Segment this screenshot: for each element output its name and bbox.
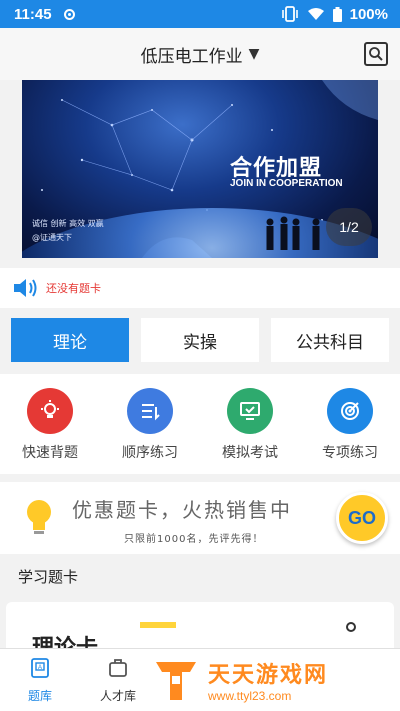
feature-label: 顺序练习 <box>122 445 178 461</box>
promo-title: 优惠题卡，火热销售中 <box>72 498 292 522</box>
search-icon <box>369 47 383 61</box>
speaker-icon <box>14 279 37 297</box>
watermark-logo-icon <box>156 662 196 700</box>
notice-bar[interactable]: 还没有题卡 <box>0 268 400 308</box>
nav-label: 题库 <box>27 689 52 703</box>
nav-question-bank[interactable]: A 题库 <box>10 657 70 704</box>
briefcase-icon <box>109 659 127 677</box>
site-watermark: 天天游戏网 www.ttyl23.com <box>150 652 400 708</box>
banner-brand: @证通天下 <box>32 233 72 242</box>
chevron-down-icon[interactable]: ▼ <box>249 46 260 62</box>
status-right: 100% <box>281 6 388 23</box>
promo-card-banner[interactable]: 优惠题卡，火热销售中 只限前1000名，先评先得！ GO <box>0 482 400 554</box>
feature-mock-exam[interactable]: 模拟考试 <box>200 388 300 462</box>
banner-subheadline: JOIN IN COOPERATION <box>230 178 343 189</box>
promo-subtitle: 只限前1000名，先评先得！ <box>124 534 264 545</box>
nav-talent-pool[interactable]: 人才库 <box>88 657 148 704</box>
people-silhouette-graphic <box>266 216 320 250</box>
watermark-url: www.ttyl23.com <box>208 689 292 703</box>
search-button[interactable] <box>364 42 388 66</box>
battery-icon <box>332 6 342 22</box>
feature-topic-practice[interactable]: 专项练习 <box>300 388 400 462</box>
card-accent <box>140 622 176 628</box>
feature-label: 模拟考试 <box>222 445 278 461</box>
lightbulb-icon <box>27 500 51 534</box>
svg-text:A: A <box>38 665 42 671</box>
list-order-icon <box>127 388 173 434</box>
target-icon <box>327 388 373 434</box>
lightbulb-icon <box>27 388 73 434</box>
notification-icon <box>63 8 75 20</box>
feature-label: 快速背题 <box>22 445 78 461</box>
question-bank-icon: A <box>31 658 49 678</box>
feature-grid: 快速背题 顺序练习 模拟考试 专项练习 <box>0 374 400 474</box>
card-more-icon[interactable] <box>346 622 356 632</box>
watermark-title: 天天游戏网 <box>208 663 329 688</box>
battery-percent: 100% <box>349 5 388 23</box>
feature-sequential-practice[interactable]: 顺序练习 <box>100 388 200 462</box>
promo-banner[interactable]: 合作加盟 JOIN IN COOPERATION 诚信 创新 高效 双赢 @证通… <box>22 80 378 258</box>
banner-pager: 1/2 <box>326 208 372 246</box>
feature-quick-review[interactable]: 快速背题 <box>0 388 100 462</box>
subject-tabs: 理论 实操 公共科目 <box>0 310 400 370</box>
tab-public-subjects[interactable]: 公共科目 <box>271 318 389 362</box>
go-button[interactable]: GO <box>336 492 388 544</box>
vibrate-icon <box>281 6 298 22</box>
nav-label: 人才库 <box>99 689 136 703</box>
monitor-icon <box>227 388 273 434</box>
tab-practice[interactable]: 实操 <box>141 318 259 362</box>
banner-slogan: 诚信 创新 高效 双赢 <box>32 219 104 228</box>
app-header: 低压电工作业 ▼ <box>0 28 400 80</box>
status-time: 11:45 <box>14 5 52 23</box>
section-title: 学习题卡 <box>18 568 79 586</box>
wifi-icon <box>307 8 324 20</box>
feature-label: 专项练习 <box>322 445 378 461</box>
subject-selector[interactable]: 低压电工作业 <box>141 42 243 67</box>
status-bar: 11:45 100% <box>0 0 400 28</box>
notice-text: 还没有题卡 <box>46 282 101 295</box>
tab-theory[interactable]: 理论 <box>11 318 129 362</box>
